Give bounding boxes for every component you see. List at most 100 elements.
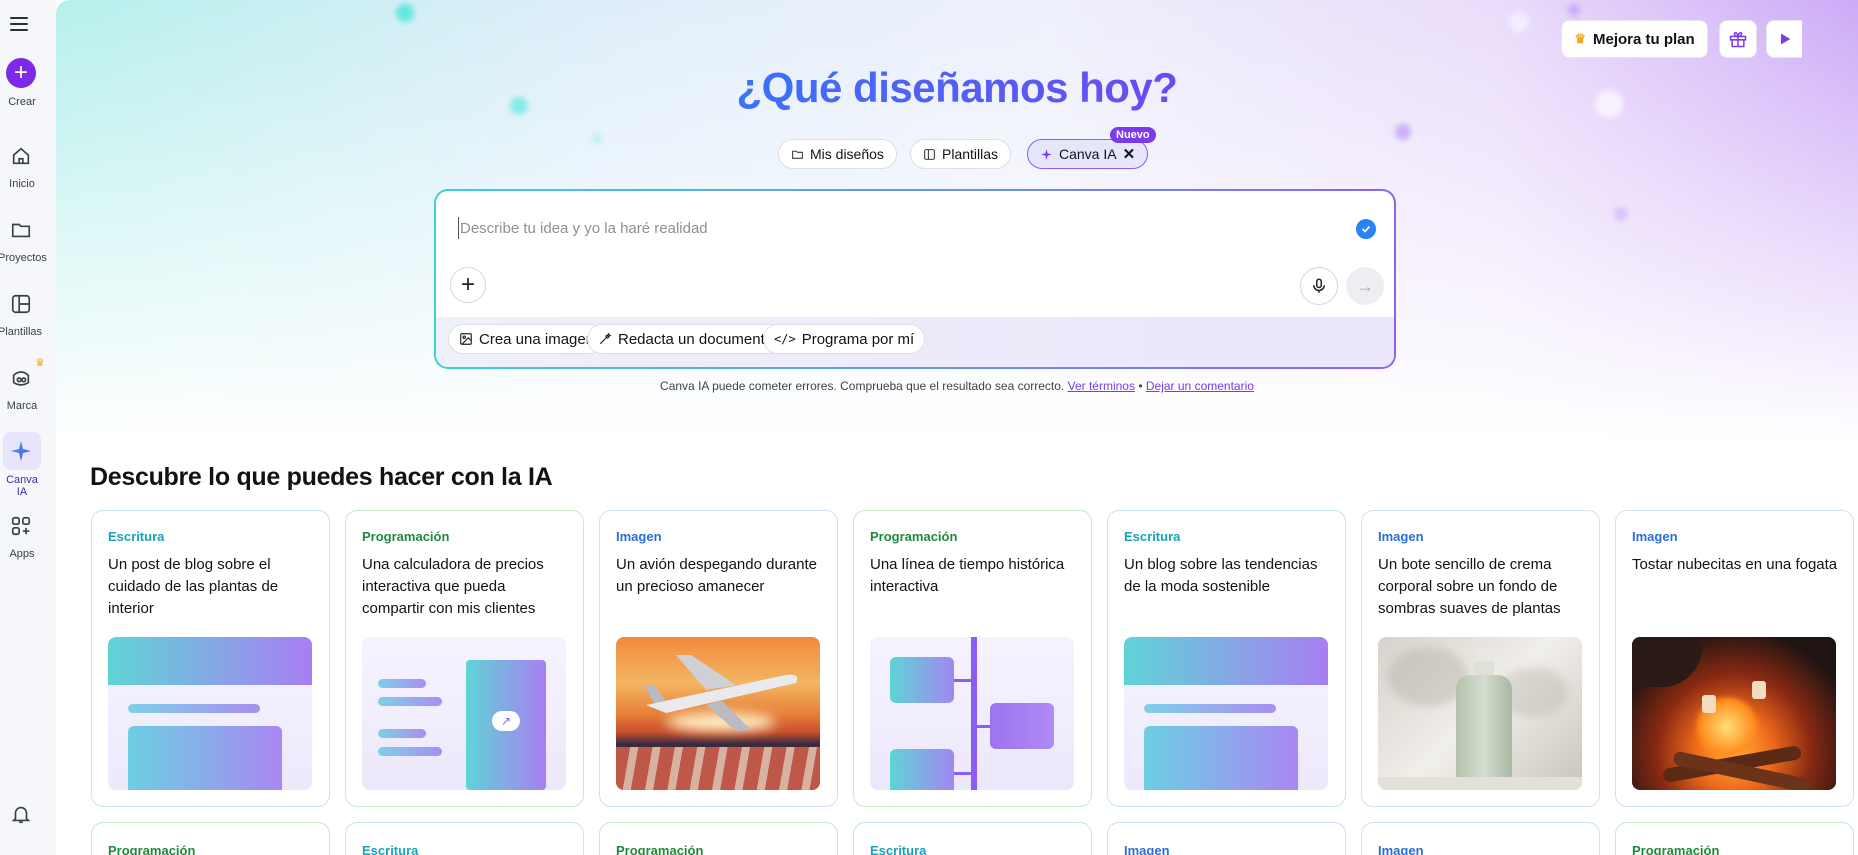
gift-button[interactable] [1719, 20, 1757, 58]
card-category: Programación [616, 843, 704, 855]
feedback-link[interactable]: Dejar un comentario [1146, 379, 1254, 393]
card-category: Escritura [108, 529, 165, 544]
card-category: Imagen [1378, 529, 1424, 544]
disclaimer-text: Canva IA puede cometer errores. Comprueb… [660, 379, 1065, 393]
plus-icon: + [460, 271, 475, 298]
disclaimer: Canva IA puede cometer errores. Comprueb… [56, 379, 1858, 393]
page-title: ¿Qué diseñamos hoy? [56, 64, 1858, 112]
upgrade-plan-label: Mejora tu plan [1592, 30, 1695, 48]
suggestion-card[interactable]: Imagen [1107, 822, 1346, 855]
suggestion-card[interactable]: Programación [91, 822, 330, 855]
card-thumbnail [1378, 637, 1582, 790]
separator: • [1138, 379, 1143, 393]
check-icon [1356, 219, 1376, 239]
suggestion-card[interactable]: Escritura Un post de blog sobre el cuidad… [91, 510, 330, 807]
send-button[interactable]: → [1346, 267, 1384, 305]
suggestion-card[interactable]: Imagen [1361, 822, 1600, 855]
add-attachment-button[interactable]: + [450, 267, 486, 303]
arrow-right-icon: → [1356, 275, 1374, 296]
suggestion-card[interactable]: Imagen Un bote sencillo de crema corporal… [1361, 510, 1600, 807]
suggestion-card[interactable]: Escritura [853, 822, 1092, 855]
folder-icon[interactable] [7, 216, 35, 244]
card-category: Programación [362, 529, 450, 544]
sidebar-item-apps[interactable]: Apps [0, 548, 44, 560]
card-category: Imagen [1632, 529, 1678, 544]
sidebar-item-marca[interactable]: Marca [0, 400, 44, 412]
card-thumbnail [616, 637, 820, 790]
sparkle-icon [1041, 148, 1052, 160]
code-icon: </> [774, 332, 796, 346]
tab-mis-disenos[interactable]: Mis diseños [778, 139, 897, 169]
create-button[interactable]: + [6, 58, 36, 88]
sparkle-icon[interactable] [7, 437, 35, 465]
suggestion-label: Programa por mí [801, 330, 915, 348]
card-category: Escritura [870, 843, 927, 855]
card-category: Imagen [1378, 843, 1424, 855]
card-category: Imagen [1124, 843, 1170, 855]
card-category: Escritura [1124, 529, 1181, 544]
tab-plantillas[interactable]: Plantillas [910, 139, 1012, 169]
card-category: Programación [870, 529, 958, 544]
card-thumbnail [1124, 637, 1328, 790]
crown-icon: ♛ [1574, 31, 1586, 46]
suggestion-card[interactable]: Escritura [345, 822, 584, 855]
sidebar-item-inicio[interactable]: Inicio [0, 178, 44, 190]
play-button[interactable] [1766, 20, 1802, 58]
sidebar: + Crear Inicio Proyectos Plantillas ♛ Ma… [0, 0, 56, 855]
microphone-icon [1313, 278, 1325, 293]
suggestion-card[interactable]: Programación [599, 822, 838, 855]
tab-label: Mis diseños [810, 146, 884, 162]
card-description: Un post de blog sobre el cuidado de las … [108, 556, 279, 617]
suggestion-card[interactable]: Imagen Un avión despegando durante un pre… [599, 510, 838, 807]
suggestion-redacta-documento[interactable]: Redacta un documento [587, 324, 785, 354]
close-icon[interactable]: ✕ [1123, 145, 1136, 163]
new-badge: Nuevo [1110, 127, 1156, 143]
create-label: Crear [8, 96, 36, 108]
upgrade-plan-button[interactable]: ♛ Mejora tu plan [1561, 20, 1708, 58]
tab-label: Plantillas [942, 146, 999, 162]
card-description: Una calculadora de precios interactiva q… [362, 556, 544, 617]
suggestion-crea-imagen[interactable]: Crea una imagen [448, 324, 606, 354]
card-description: Una línea de tiempo histórica interactiv… [870, 556, 1065, 595]
sidebar-item-plantillas[interactable]: Plantillas [0, 326, 42, 338]
prompt-box: + → Crea una imagen Redacta un documento… [434, 189, 1396, 369]
bell-icon[interactable] [7, 800, 35, 828]
tab-canva-ia[interactable]: Canva IA ✕ [1027, 139, 1149, 169]
templates-icon [924, 148, 935, 160]
prompt-input[interactable] [458, 217, 1318, 239]
suggestion-card[interactable]: Escritura Un blog sobre las tendencias de… [1107, 510, 1346, 807]
card-category: Programación [108, 843, 196, 855]
image-icon [460, 333, 472, 345]
play-icon [1780, 33, 1790, 45]
sidebar-item-proyectos[interactable]: Proyectos [0, 252, 47, 264]
card-category: Escritura [362, 843, 419, 855]
suggestion-card[interactable]: Imagen Tostar nubecitas en una fogata [1615, 510, 1854, 807]
apps-icon[interactable] [7, 512, 35, 540]
card-description: Un blog sobre las tendencias de la moda … [1124, 556, 1318, 595]
tab-label: Canva IA [1059, 146, 1117, 162]
card-category: Imagen [616, 529, 662, 544]
card-thumbnail [1632, 637, 1836, 790]
card-thumbnail [870, 637, 1074, 790]
card-description: Un avión despegando durante un precioso … [616, 556, 817, 595]
section-title: Descubre lo que puedes hacer con la IA [90, 463, 553, 491]
card-thumbnail [108, 637, 312, 790]
crown-icon: ♛ [35, 357, 45, 369]
terms-link[interactable]: Ver términos [1068, 379, 1135, 393]
suggestion-label: Crea una imagen [479, 330, 595, 348]
suggestion-card[interactable]: Programación Una calculadora de precios i… [345, 510, 584, 807]
card-description: Tostar nubecitas en una fogata [1632, 556, 1838, 573]
sidebar-item-canva-ia[interactable]: Canva IA [0, 474, 44, 498]
suggestion-card[interactable]: Programación [1615, 822, 1854, 855]
suggestion-label: Redacta un documento [618, 330, 774, 348]
templates-icon[interactable] [7, 290, 35, 318]
gift-icon [1729, 31, 1747, 48]
brand-icon[interactable] [7, 364, 35, 392]
suggestion-card[interactable]: Programación Una línea de tiempo históric… [853, 510, 1092, 807]
menu-icon[interactable] [10, 12, 34, 36]
home-icon[interactable] [7, 142, 35, 170]
magic-pen-icon [599, 332, 612, 345]
suggestion-programa[interactable]: </> Programa por mí [763, 324, 926, 354]
suggestions-bar: Crea una imagen Redacta un documento </>… [436, 317, 1394, 367]
microphone-button[interactable] [1300, 267, 1338, 305]
